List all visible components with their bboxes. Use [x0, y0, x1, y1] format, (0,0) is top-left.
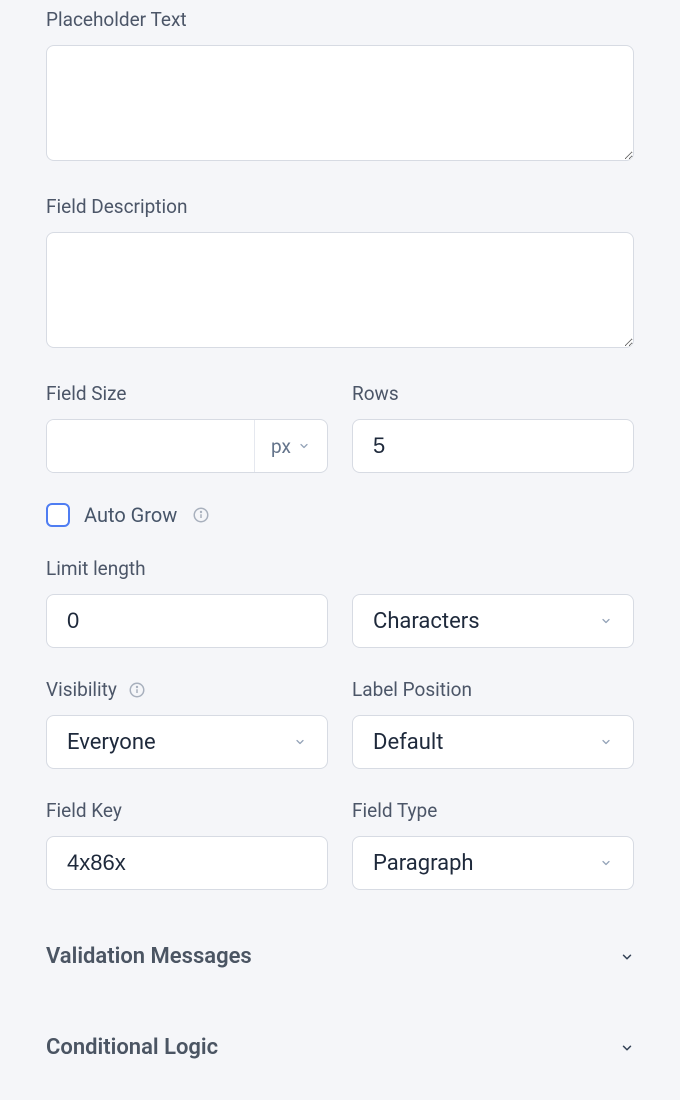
limit-length-input[interactable] [67, 608, 307, 634]
chevron-down-icon [599, 735, 613, 749]
label-position-value: Default [373, 730, 443, 755]
field-key-group: Field Key [46, 799, 328, 890]
rows-group: Rows [352, 382, 634, 473]
validation-messages-section[interactable]: Validation Messages [46, 920, 634, 993]
field-size-group: Field Size px [46, 382, 328, 473]
auto-grow-label: Auto Grow [84, 503, 177, 527]
info-icon[interactable] [191, 505, 211, 525]
field-description-group: Field Description [46, 195, 634, 352]
conditional-logic-title: Conditional Logic [46, 1035, 218, 1060]
visibility-group: Visibility Everyone [46, 678, 328, 769]
field-description-input[interactable] [46, 232, 634, 348]
chevron-down-icon [620, 1041, 634, 1055]
auto-grow-checkbox[interactable] [46, 503, 70, 527]
chevron-down-icon [293, 735, 307, 749]
field-type-value: Paragraph [373, 851, 474, 876]
chevron-down-icon [599, 614, 613, 628]
label-position-label: Label Position [352, 678, 472, 701]
field-type-select[interactable]: Paragraph [352, 836, 634, 890]
label-position-select[interactable]: Default [352, 715, 634, 769]
placeholder-text-label: Placeholder Text [46, 8, 187, 31]
chevron-down-icon [599, 856, 613, 870]
auto-grow-row: Auto Grow [46, 503, 634, 527]
conditional-logic-section[interactable]: Conditional Logic [46, 1011, 634, 1084]
validation-messages-title: Validation Messages [46, 944, 252, 969]
rows-label: Rows [352, 382, 399, 405]
placeholder-text-group: Placeholder Text [46, 8, 634, 165]
field-size-label: Field Size [46, 382, 127, 405]
field-key-label: Field Key [46, 799, 122, 822]
field-type-group: Field Type Paragraph [352, 799, 634, 890]
limit-unit-value: Characters [373, 609, 480, 634]
field-key-input[interactable] [67, 850, 307, 876]
placeholder-text-input[interactable] [46, 45, 634, 161]
chevron-down-icon [297, 439, 311, 453]
label-position-group: Label Position Default [352, 678, 634, 769]
size-unit-value: px [271, 435, 291, 458]
size-unit-select[interactable]: px [254, 420, 327, 472]
chevron-down-icon [620, 950, 634, 964]
limit-unit-select[interactable]: Characters [352, 594, 634, 648]
visibility-select[interactable]: Everyone [46, 715, 328, 769]
visibility-value: Everyone [67, 730, 156, 755]
visibility-label: Visibility [46, 678, 117, 701]
field-type-label: Field Type [352, 799, 437, 822]
field-description-label: Field Description [46, 195, 187, 218]
rows-input[interactable] [373, 433, 613, 459]
info-icon[interactable] [127, 680, 147, 700]
limit-length-label: Limit length [46, 557, 146, 580]
field-size-input[interactable] [47, 420, 254, 472]
